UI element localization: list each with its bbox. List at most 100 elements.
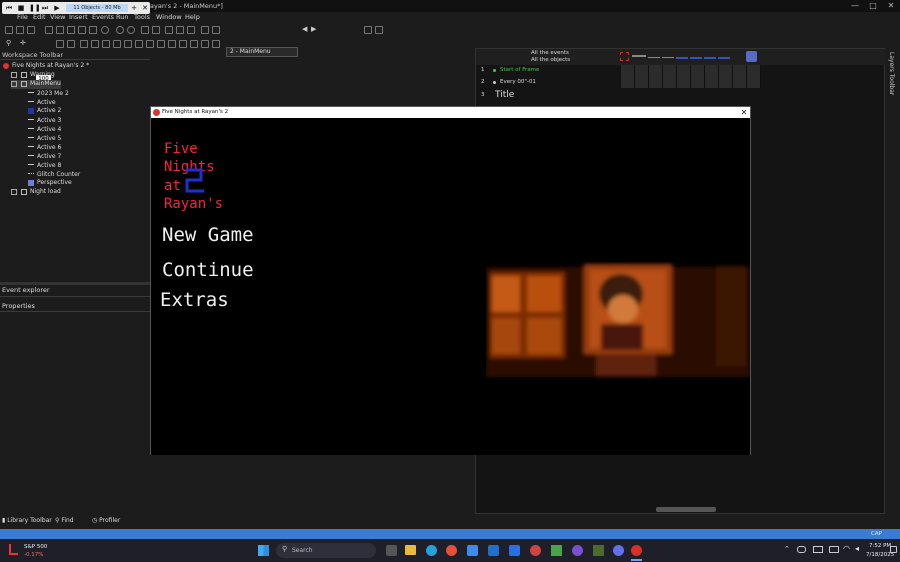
object-column-icon[interactable] xyxy=(690,57,702,59)
tool-7-icon[interactable] xyxy=(146,40,154,48)
layers-toolbar-label[interactable]: Layers Toolbar xyxy=(888,52,895,95)
menu-help[interactable]: Help xyxy=(185,13,200,21)
align-icon[interactable] xyxy=(67,40,75,48)
tree-object-active-4[interactable]: Active 4 xyxy=(28,125,61,134)
headphones-icon[interactable] xyxy=(530,545,541,556)
tool-9-icon[interactable] xyxy=(168,40,176,48)
discord-icon[interactable] xyxy=(613,545,624,556)
outlook-icon[interactable] xyxy=(488,545,499,556)
tool-8-icon[interactable] xyxy=(157,40,165,48)
tree-object-active[interactable]: Active xyxy=(28,98,56,107)
new-icon[interactable] xyxy=(5,26,13,34)
battery-icon[interactable] xyxy=(829,546,839,553)
open-icon[interactable] xyxy=(16,26,24,34)
menu-insert[interactable]: Insert xyxy=(69,13,88,21)
tool-6-icon[interactable] xyxy=(135,40,143,48)
task-view-icon[interactable] xyxy=(386,545,397,556)
notification-icon[interactable] xyxy=(890,546,897,553)
play-icon[interactable]: ▶ xyxy=(53,4,61,12)
tab-profiler[interactable]: ◷ Profiler xyxy=(92,517,120,524)
frame-editor-icon[interactable] xyxy=(152,26,160,34)
tool-5-icon[interactable] xyxy=(124,40,132,48)
event-list-icon[interactable] xyxy=(176,26,184,34)
tree-item-warning[interactable]: Warning xyxy=(11,71,55,80)
tree-object-2023-me-2[interactable]: 2023 Me 2 xyxy=(28,89,69,98)
next-frame-icon[interactable]: ▶ xyxy=(311,25,316,33)
menu-events[interactable]: Events xyxy=(92,13,114,21)
zoom-icon[interactable]: ⚲ xyxy=(6,39,11,47)
continue-button[interactable]: Continue xyxy=(162,259,254,281)
tree-object-active-2[interactable]: Active 2 xyxy=(28,107,61,116)
back-icon[interactable] xyxy=(116,26,124,34)
prev-frame-icon[interactable]: ◀ xyxy=(302,25,307,33)
menu-edit[interactable]: Edit xyxy=(33,13,46,21)
tool-3-icon[interactable] xyxy=(102,40,110,48)
chevron-up-icon[interactable]: ⌃ xyxy=(784,545,790,553)
forward-icon[interactable] xyxy=(127,26,135,34)
maximize-button[interactable]: □ xyxy=(864,0,882,12)
tool-2-icon[interactable] xyxy=(91,40,99,48)
cut-icon[interactable] xyxy=(45,26,53,34)
vscode-icon[interactable] xyxy=(509,545,520,556)
tool-4-icon[interactable] xyxy=(113,40,121,48)
panel-splitter[interactable] xyxy=(0,282,150,285)
taskbar-search[interactable]: ⚲ Search xyxy=(276,543,376,558)
save-icon[interactable] xyxy=(27,26,35,34)
file-explorer-icon[interactable] xyxy=(405,545,416,555)
data-elements-icon[interactable] xyxy=(187,26,195,34)
object-column-icon[interactable] xyxy=(632,55,646,57)
app-icon[interactable] xyxy=(572,545,583,556)
new-game-button[interactable]: New Game xyxy=(162,224,254,246)
layers-icon[interactable] xyxy=(212,26,220,34)
event-editor-icon[interactable] xyxy=(165,26,173,34)
event-row-3-comment[interactable]: 3 Title xyxy=(476,90,621,101)
tool-13-icon[interactable] xyxy=(212,40,220,48)
windows-start-icon[interactable] xyxy=(258,545,269,556)
expand-icon[interactable] xyxy=(11,188,17,195)
clickteam-icon[interactable] xyxy=(631,545,642,556)
close-button[interactable]: ✕ xyxy=(882,0,900,12)
cloud-icon[interactable] xyxy=(797,546,806,553)
hand-icon[interactable]: ✛ xyxy=(20,39,26,47)
collapse-icon[interactable] xyxy=(11,80,17,87)
menu-tools[interactable]: Tools xyxy=(134,13,150,21)
event-row-2[interactable]: 2 Every 00"-01 xyxy=(476,77,621,88)
paste-icon[interactable] xyxy=(67,26,75,34)
storyboard-icon[interactable] xyxy=(141,26,149,34)
frame-size-icon[interactable] xyxy=(375,26,383,34)
menu-run[interactable]: Run xyxy=(116,13,128,21)
expand-icon[interactable] xyxy=(11,71,17,78)
tree-object-perspective[interactable]: Perspective xyxy=(28,179,72,188)
volume-icon[interactable]: ◂ xyxy=(855,544,859,553)
help-icon[interactable] xyxy=(101,26,109,34)
minecraft-icon[interactable] xyxy=(551,545,562,556)
clock-time[interactable]: 7:52 PM xyxy=(869,543,891,549)
tree-item-mainmenu[interactable]: MainMenu xyxy=(11,80,61,89)
stock-chart-icon[interactable] xyxy=(9,544,18,555)
menu-window[interactable]: Window xyxy=(156,13,182,21)
tree-item-project[interactable]: Five Nights at Rayan's 2 * xyxy=(3,62,89,71)
add-button[interactable]: + xyxy=(130,4,138,12)
menu-file[interactable]: File xyxy=(17,13,28,21)
perspective-icon[interactable] xyxy=(746,51,757,62)
tree-object-active-6[interactable]: Active 6 xyxy=(28,143,61,152)
tab-library-toolbar[interactable]: ▮ Library Toolbar xyxy=(2,517,52,524)
object-column-icon[interactable] xyxy=(676,57,688,59)
tree-item-night-load[interactable]: Night load xyxy=(11,188,61,197)
object-column-icon[interactable] xyxy=(718,57,730,59)
edge-icon[interactable] xyxy=(426,545,437,556)
object-column-icon[interactable] xyxy=(662,57,674,58)
object-column-icon[interactable] xyxy=(704,57,716,59)
grid-icon[interactable] xyxy=(201,26,209,34)
frame-icon[interactable] xyxy=(364,26,372,34)
menu-view[interactable]: View xyxy=(50,13,65,21)
minimize-button[interactable]: — xyxy=(846,0,864,12)
copy-icon[interactable] xyxy=(56,26,64,34)
object-column-icon[interactable] xyxy=(648,57,660,58)
tool-11-icon[interactable] xyxy=(190,40,198,48)
tab-find[interactable]: ⚲ Find xyxy=(55,517,74,524)
tool-12-icon[interactable] xyxy=(201,40,209,48)
tree-object-active-8[interactable]: Active 8 xyxy=(28,161,61,170)
system-icon[interactable] xyxy=(620,52,629,61)
horizontal-scrollbar[interactable] xyxy=(656,507,716,512)
